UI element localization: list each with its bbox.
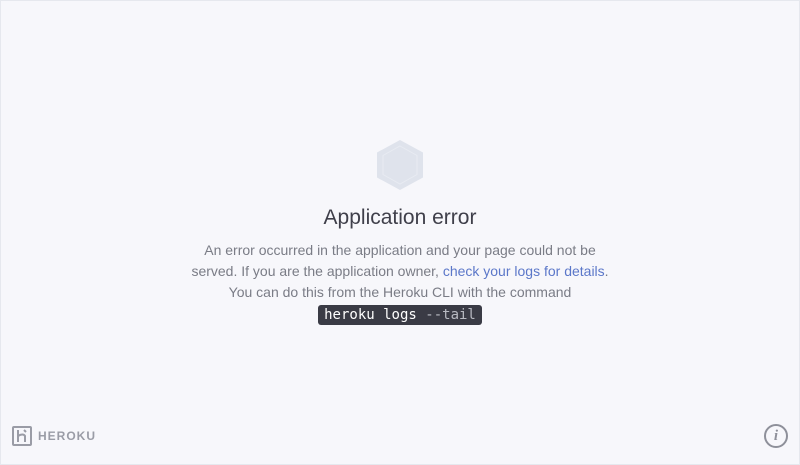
error-message: An error occurred in the application and…: [170, 240, 630, 303]
command-wrapper: heroku logs --tail: [0, 305, 800, 325]
message-line-3: You can do this from the Heroku CLI with…: [228, 284, 572, 300]
heroku-logo-icon: [12, 426, 32, 446]
logs-link[interactable]: check your logs for details: [443, 263, 605, 279]
message-line-2: served. If you are the application owner…: [170, 261, 630, 282]
info-button[interactable]: i: [764, 424, 788, 448]
cli-command: heroku logs --tail: [318, 305, 482, 325]
heroku-logo[interactable]: HEROKU: [12, 424, 96, 448]
cli-command-flag: --tail: [425, 307, 476, 323]
error-panel: Application error An error occurred in t…: [0, 138, 800, 325]
page-title: Application error: [323, 206, 477, 229]
message-line-1: An error occurred in the application and…: [204, 242, 596, 258]
message-line-2-suffix: .: [604, 263, 609, 279]
hexagon-icon: [377, 140, 423, 190]
message-line-2-prefix: served. If you are the application owner…: [191, 263, 443, 279]
heroku-logo-text: HEROKU: [38, 429, 97, 443]
info-icon: i: [773, 428, 779, 444]
cli-command-main: heroku logs: [324, 307, 426, 323]
